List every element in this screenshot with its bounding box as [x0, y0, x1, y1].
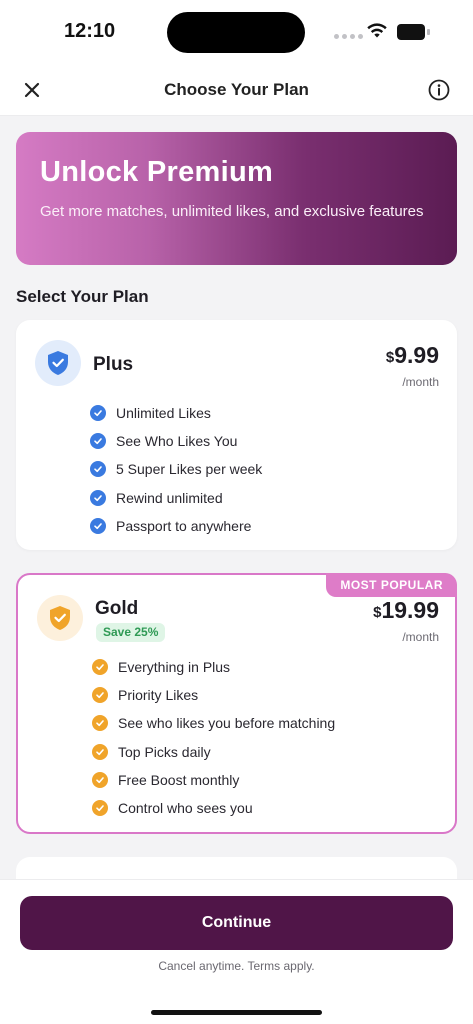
- check-icon: [92, 800, 108, 817]
- battery-icon: [397, 24, 430, 40]
- banner-subtitle: Get more matches, unlimited likes, and e…: [40, 203, 424, 220]
- continue-button[interactable]: Continue: [20, 896, 453, 950]
- check-icon: [90, 517, 106, 534]
- feature-list: Unlimited Likes See Who Likes You 5 Supe…: [90, 399, 262, 540]
- plan-name: Gold: [95, 598, 139, 619]
- price-period: /month: [402, 375, 439, 389]
- cellular-signal-icon: [334, 34, 363, 39]
- dynamic-island: [167, 12, 305, 53]
- check-icon: [92, 687, 108, 704]
- feature-item: 5 Super Likes per week: [90, 455, 262, 483]
- feature-item: Control who sees you: [92, 794, 335, 822]
- check-icon: [92, 743, 108, 760]
- check-icon: [90, 433, 106, 450]
- wifi-icon: [367, 23, 387, 38]
- plan-card-next[interactable]: [16, 857, 457, 879]
- plan-price: $19.99 /month: [373, 597, 439, 644]
- price-period: /month: [402, 630, 439, 644]
- plan-card-plus[interactable]: Plus $9.99 /month Unlimited Likes See Wh…: [16, 320, 457, 550]
- plan-name: Plus: [93, 354, 134, 375]
- feature-item: Top Picks daily: [92, 738, 335, 766]
- check-icon: [92, 659, 108, 676]
- plan-list-scroll[interactable]: Unlock Premium Get more matches, unlimit…: [0, 117, 473, 879]
- feature-item: Free Boost monthly: [92, 766, 335, 794]
- terms-note: Cancel anytime. Terms apply.: [158, 959, 315, 973]
- feature-item: See Who Likes You: [90, 427, 262, 455]
- feature-list: Everything in Plus Priority Likes See wh…: [92, 653, 335, 822]
- shield-check-icon: [35, 340, 81, 386]
- plan-price: $9.99 /month: [386, 342, 439, 389]
- premium-banner: Unlock Premium Get more matches, unlimit…: [16, 132, 457, 265]
- section-title: Select Your Plan: [16, 287, 149, 306]
- banner-title: Unlock Premium: [40, 156, 274, 188]
- feature-item: See who likes you before matching: [92, 709, 335, 737]
- feature-item: Priority Likes: [92, 681, 335, 709]
- check-icon: [92, 715, 108, 732]
- feature-item: Passport to anywhere: [90, 512, 262, 540]
- check-icon: [90, 489, 106, 506]
- most-popular-tag: MOST POPULAR: [326, 573, 457, 597]
- footer: Continue Cancel anytime. Terms apply.: [0, 879, 473, 1024]
- page-title: Choose Your Plan: [164, 80, 309, 99]
- header: Choose Your Plan: [0, 64, 473, 116]
- feature-item: Rewind unlimited: [90, 484, 262, 512]
- plan-card-gold[interactable]: MOST POPULAR Gold Save 25% $19.99 /month…: [16, 573, 457, 834]
- info-icon[interactable]: [427, 78, 451, 102]
- status-time: 12:10: [64, 20, 116, 42]
- feature-item: Unlimited Likes: [90, 399, 262, 427]
- price-amount: 19.99: [381, 597, 439, 623]
- price-currency: $: [385, 349, 395, 366]
- home-indicator[interactable]: [151, 1010, 322, 1015]
- status-bar: 12:10: [0, 0, 473, 64]
- shield-check-icon: [37, 595, 83, 641]
- feature-item: Everything in Plus: [92, 653, 335, 681]
- save-badge: Save 25%: [96, 623, 166, 642]
- check-icon: [92, 771, 108, 788]
- check-icon: [90, 461, 106, 478]
- check-icon: [90, 405, 106, 422]
- price-amount: 9.99: [394, 342, 439, 368]
